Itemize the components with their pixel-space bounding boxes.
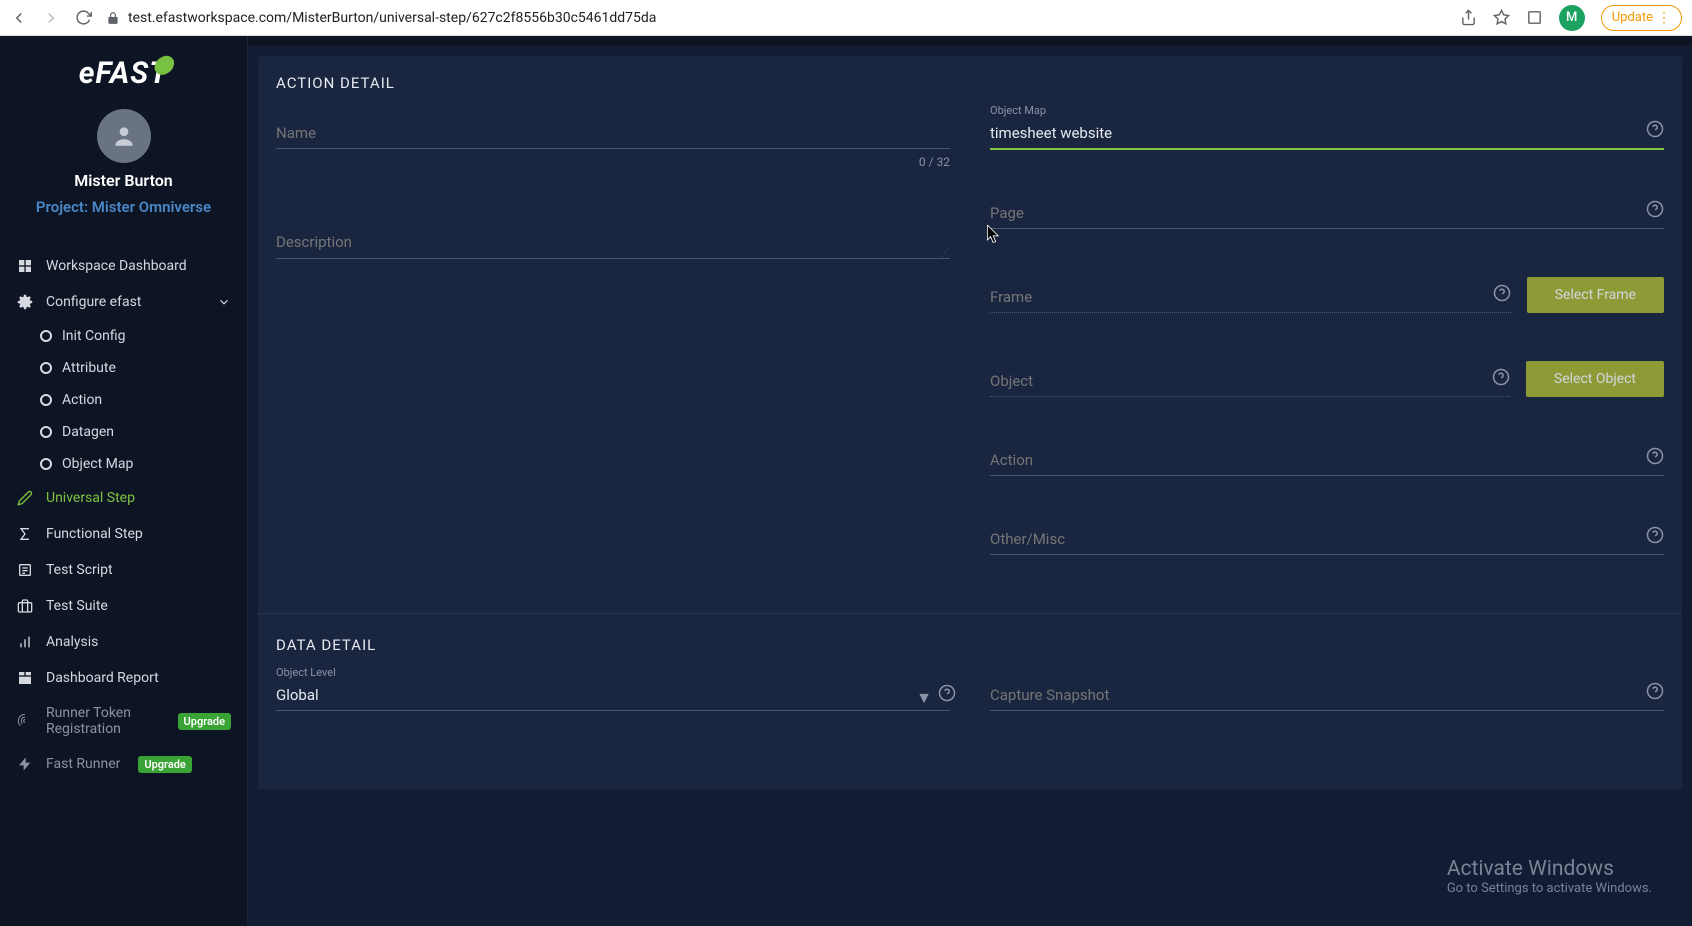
object-map-field: Object Map <box>990 118 1664 150</box>
sidebar-item-workspace-dashboard[interactable]: Workspace Dashboard <box>0 248 247 284</box>
sigma-icon <box>16 525 34 543</box>
upgrade-badge[interactable]: Upgrade <box>138 756 191 773</box>
dashboard-icon <box>16 257 34 275</box>
share-icon[interactable] <box>1460 9 1477 26</box>
name-field: 0 / 32 <box>276 118 950 149</box>
gear-icon <box>16 293 34 311</box>
windows-watermark: Activate Windows Go to Settings to activ… <box>1447 857 1652 896</box>
help-icon[interactable] <box>1646 120 1664 138</box>
radio-icon <box>40 426 52 438</box>
logo: eFAST⬤ <box>0 48 247 109</box>
page-field <box>990 198 1664 229</box>
object-map-input[interactable] <box>990 118 1664 150</box>
menu-dots-icon: ⋮ <box>1657 10 1671 26</box>
url-text: test.efastworkspace.com/MisterBurton/uni… <box>128 10 656 26</box>
profile-avatar[interactable]: M <box>1559 5 1585 31</box>
section-title: ACTION DETAIL <box>276 74 1664 92</box>
other-input[interactable] <box>990 524 1664 555</box>
capture-snapshot-field <box>990 680 1664 711</box>
description-field: ⋰ <box>276 227 950 263</box>
user-avatar-icon[interactable] <box>97 109 151 163</box>
action-detail-panel: ACTION DETAIL 0 / 32 ⋰ Object M <box>258 56 1682 789</box>
sidebar-subitem-object-map[interactable]: Object Map <box>0 448 247 480</box>
star-icon[interactable] <box>1493 9 1510 26</box>
name-counter: 0 / 32 <box>919 155 950 169</box>
project-name: Project: Mister Omniverse <box>36 198 211 216</box>
help-icon[interactable] <box>1646 447 1664 465</box>
pencil-icon <box>16 489 34 507</box>
upgrade-badge[interactable]: Upgrade <box>178 713 231 730</box>
resize-handle-icon[interactable]: ⋰ <box>940 248 950 259</box>
report-icon <box>16 669 34 687</box>
chart-icon <box>16 633 34 651</box>
sidebar-item-universal-step[interactable]: Universal Step <box>0 480 247 516</box>
section-title: DATA DETAIL <box>276 636 1664 654</box>
action-field <box>990 445 1664 476</box>
browser-right-icons: M Update ⋮ <box>1460 5 1682 31</box>
sidebar-item-runner-token[interactable]: Runner Token Registration Upgrade <box>0 696 247 746</box>
help-icon[interactable] <box>1646 682 1664 700</box>
sidebar-item-configure-efast[interactable]: Configure efast <box>0 284 247 320</box>
frame-input[interactable] <box>990 282 1511 313</box>
section-divider <box>258 613 1682 614</box>
frame-field: Select Frame <box>990 277 1664 313</box>
sidebar-subitem-init-config[interactable]: Init Config <box>0 320 247 352</box>
object-map-label: Object Map <box>990 104 1046 117</box>
sidebar-subitem-action[interactable]: Action <box>0 384 247 416</box>
briefcase-icon <box>16 597 34 615</box>
back-button[interactable] <box>10 9 28 27</box>
fingerprint-icon <box>16 712 34 730</box>
object-level-field: Object Level ▼ <box>276 680 950 711</box>
sidebar-item-dashboard-report[interactable]: Dashboard Report <box>0 660 247 696</box>
sidebar-item-test-script[interactable]: Test Script <box>0 552 247 588</box>
other-field <box>990 524 1664 555</box>
object-level-label: Object Level <box>276 666 336 679</box>
reload-button[interactable] <box>74 9 92 27</box>
description-input[interactable] <box>276 227 950 259</box>
user-block: Mister Burton Project: Mister Omniverse <box>0 109 247 230</box>
help-icon[interactable] <box>1493 284 1511 302</box>
forward-button[interactable] <box>42 9 60 27</box>
object-level-select[interactable] <box>276 680 950 711</box>
sidebar-nav: Workspace Dashboard Configure efast Init… <box>0 248 247 782</box>
capture-snapshot-input[interactable] <box>990 680 1664 711</box>
sidebar: eFAST⬤ Mister Burton Project: Mister Omn… <box>0 36 248 926</box>
sidebar-item-fast-runner[interactable]: Fast Runner Upgrade <box>0 746 247 782</box>
action-input[interactable] <box>990 445 1664 476</box>
sidebar-item-analysis[interactable]: Analysis <box>0 624 247 660</box>
radio-icon <box>40 394 52 406</box>
address-bar[interactable]: test.efastworkspace.com/MisterBurton/uni… <box>106 10 1446 26</box>
user-name: Mister Burton <box>74 171 173 190</box>
bolt-icon <box>16 755 34 773</box>
sidebar-item-test-suite[interactable]: Test Suite <box>0 588 247 624</box>
page-input[interactable] <box>990 198 1664 229</box>
object-field: Select Object <box>990 361 1664 397</box>
select-frame-button[interactable]: Select Frame <box>1527 277 1664 313</box>
extensions-icon[interactable] <box>1526 9 1543 26</box>
help-icon[interactable] <box>1646 526 1664 544</box>
script-icon <box>16 561 34 579</box>
main-content: ACTION DETAIL 0 / 32 ⋰ Object M <box>248 36 1692 926</box>
select-object-button[interactable]: Select Object <box>1526 361 1664 397</box>
radio-icon <box>40 458 52 470</box>
name-input[interactable] <box>276 118 950 149</box>
chevron-down-icon <box>217 295 231 309</box>
sidebar-item-functional-step[interactable]: Functional Step <box>0 516 247 552</box>
radio-icon <box>40 362 52 374</box>
browser-toolbar: test.efastworkspace.com/MisterBurton/uni… <box>0 0 1692 36</box>
sidebar-subitem-datagen[interactable]: Datagen <box>0 416 247 448</box>
radio-icon <box>40 330 52 342</box>
lock-icon <box>106 11 120 25</box>
help-icon[interactable] <box>1492 368 1510 386</box>
update-button[interactable]: Update ⋮ <box>1601 5 1682 31</box>
sidebar-subitem-attribute[interactable]: Attribute <box>0 352 247 384</box>
object-input[interactable] <box>990 366 1510 397</box>
help-icon[interactable] <box>938 684 956 702</box>
help-icon[interactable] <box>1646 200 1664 218</box>
